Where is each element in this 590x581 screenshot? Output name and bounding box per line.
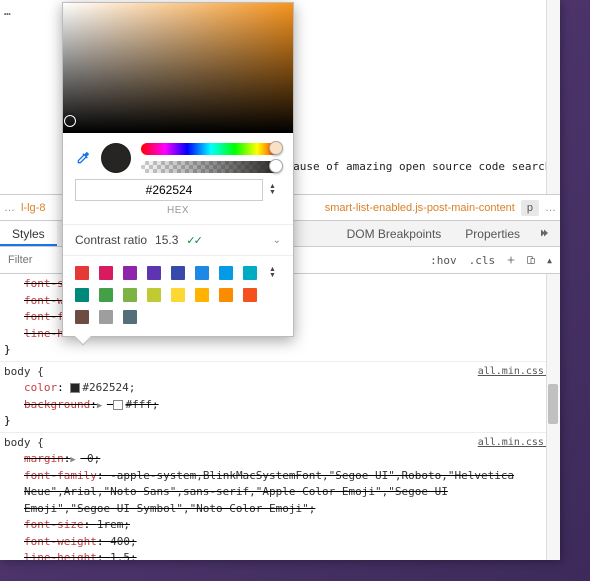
- palette-swatch[interactable]: [171, 288, 185, 302]
- palette-swatch[interactable]: [75, 266, 89, 280]
- palette-swatch[interactable]: [123, 310, 137, 324]
- filter-input[interactable]: [4, 251, 54, 269]
- alpha-slider[interactable]: [141, 161, 281, 173]
- palette-swatch[interactable]: [99, 288, 113, 302]
- contrast-pass-icon: ✓✓: [186, 234, 200, 247]
- breadcrumb-item[interactable]: smart-list-enabled.js-post-main-content: [325, 202, 515, 214]
- saturation-cursor[interactable]: [64, 115, 76, 127]
- saturation-area[interactable]: [63, 3, 293, 133]
- alpha-thumb[interactable]: [269, 159, 283, 173]
- palette-switch-icon[interactable]: ▲▼: [269, 267, 281, 279]
- tabs-overflow-icon[interactable]: [532, 221, 560, 246]
- palette-swatch[interactable]: [147, 266, 161, 280]
- breadcrumb-overflow-left[interactable]: …: [4, 202, 15, 214]
- palette-swatch[interactable]: [195, 288, 209, 302]
- palette-swatch[interactable]: [123, 288, 137, 302]
- tab-styles[interactable]: Styles: [0, 221, 57, 246]
- palette-swatch[interactable]: [243, 288, 257, 302]
- chevron-down-icon[interactable]: ⌄: [273, 235, 281, 246]
- palette-swatch[interactable]: [99, 310, 113, 324]
- source-link[interactable]: all.min.css:1: [478, 435, 556, 450]
- tab-properties[interactable]: Properties: [453, 221, 532, 246]
- new-style-rule-icon[interactable]: [503, 252, 519, 268]
- palette-swatch[interactable]: [219, 266, 233, 280]
- palette-swatch[interactable]: [75, 310, 89, 324]
- source-link[interactable]: all.min.css:1: [478, 364, 556, 379]
- color-swatch[interactable]: [70, 383, 80, 393]
- hue-slider[interactable]: [141, 143, 281, 155]
- current-color-swatch: [101, 143, 131, 173]
- scroll-up-icon[interactable]: ▲: [543, 254, 556, 267]
- cls-toggle[interactable]: .cls: [465, 252, 500, 269]
- palette-swatch[interactable]: [195, 266, 209, 280]
- palette-swatch[interactable]: [99, 266, 113, 280]
- breadcrumb-item[interactable]: l-lg-8: [21, 202, 45, 214]
- style-rule[interactable]: all.min.css:1 body { margin:▶ 0; font-fa…: [0, 433, 560, 561]
- hov-toggle[interactable]: :hov: [426, 252, 461, 269]
- format-toggle-icon[interactable]: ▲▼: [269, 184, 281, 196]
- color-picker: ▲▼ HEX Contrast ratio 15.3 ✓✓ ⌄ ▲▼: [62, 2, 294, 337]
- overflow-menu-icon[interactable]: …: [4, 4, 12, 21]
- eyedropper-icon[interactable]: [75, 150, 91, 166]
- palette-swatch[interactable]: [75, 288, 89, 302]
- palette-swatch[interactable]: [147, 288, 161, 302]
- hue-thumb[interactable]: [269, 141, 283, 155]
- contrast-row[interactable]: Contrast ratio 15.3 ✓✓ ⌄: [63, 224, 293, 255]
- palette-swatch[interactable]: [171, 266, 185, 280]
- breadcrumb-item-selected[interactable]: p: [521, 200, 539, 216]
- hex-label: HEX: [63, 205, 293, 224]
- tab-dom-breakpoints[interactable]: DOM Breakpoints: [335, 221, 454, 246]
- palette-swatch[interactable]: [243, 266, 257, 280]
- devtools-window: … ▶<P></P> == ¢0 <p> Cloudsmith exists b…: [0, 0, 560, 560]
- palette-swatch[interactable]: [219, 288, 233, 302]
- elements-scrollbar[interactable]: [546, 0, 560, 194]
- color-swatch[interactable]: [113, 400, 123, 410]
- hex-input[interactable]: [75, 179, 263, 201]
- styles-scrollbar[interactable]: [546, 274, 560, 560]
- device-toolbar-icon[interactable]: [523, 252, 539, 268]
- palette-swatch[interactable]: [123, 266, 137, 280]
- style-rule[interactable]: all.min.css:1 body { color: #262524; bac…: [0, 362, 560, 433]
- color-palette: ▲▼: [63, 255, 293, 336]
- breadcrumb-overflow-right[interactable]: …: [545, 202, 556, 214]
